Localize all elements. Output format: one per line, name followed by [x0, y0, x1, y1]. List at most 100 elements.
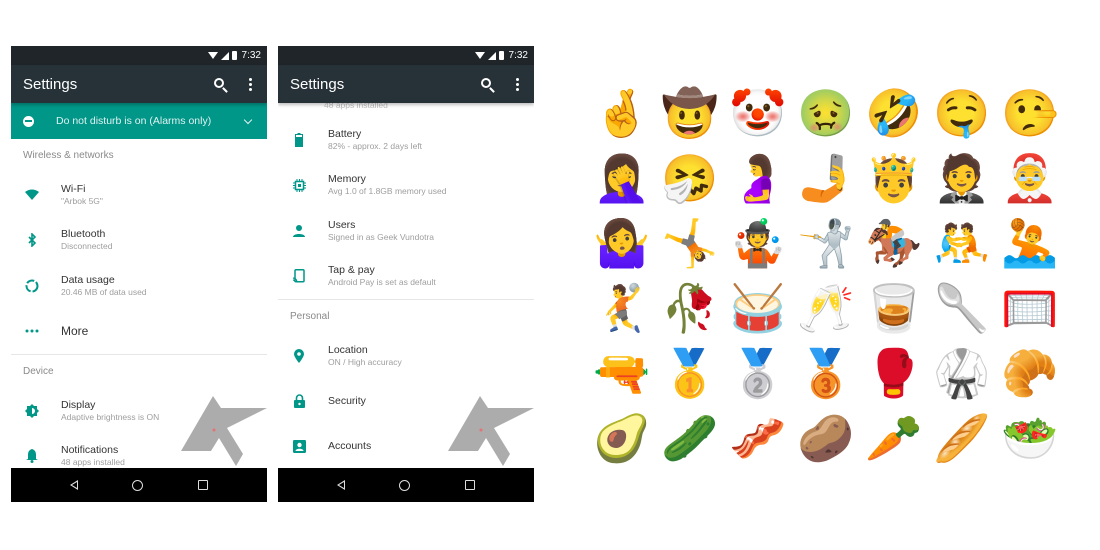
item-subtitle: 20.46 MB of data used — [61, 286, 147, 297]
users-icon — [292, 224, 306, 238]
carrot-emoji-icon: 🥕 — [865, 411, 923, 464]
clinking-glasses-emoji-icon: 🥂 — [797, 281, 855, 334]
wifi-icon — [25, 188, 39, 202]
item-title: Notifications — [61, 444, 119, 457]
section-header: Device — [23, 366, 54, 377]
item-subtitle: Android Pay is set as default — [328, 277, 436, 288]
settings-item-bluetooth[interactable]: Bluetooth Disconnected — [11, 218, 267, 264]
wilted-flower-emoji-icon: 🥀 — [661, 281, 719, 334]
green-salad-emoji-icon: 🥗 — [1001, 411, 1059, 464]
drum-emoji-icon: 🥁 — [729, 281, 787, 334]
cartwheel-emoji-icon: 🤸 — [661, 216, 719, 269]
item-subtitle: Avg 1.0 of 1.8GB memory used — [328, 186, 447, 197]
item-subtitle: Signed in as Geek Vundotra — [328, 231, 435, 242]
item-title: Display — [61, 398, 96, 411]
back-button[interactable] — [70, 480, 79, 490]
home-button[interactable] — [132, 479, 144, 491]
cucumber-emoji-icon: 🥒 — [661, 411, 719, 464]
cowboy-face-emoji-icon: 🤠 — [661, 86, 719, 139]
martial-arts-uniform-emoji-icon: 🥋 — [933, 346, 991, 399]
search-icon — [213, 77, 224, 88]
more-icon — [25, 324, 39, 338]
avocado-emoji-icon: 🥑 — [593, 411, 651, 464]
juggling-emoji-icon: 🤹 — [729, 216, 787, 269]
potato-emoji-icon: 🥔 — [797, 411, 855, 464]
settings-item-battery[interactable]: Battery 82% - approx. 2 days left — [278, 117, 534, 163]
tumbler-glass-emoji-icon: 🥃 — [865, 281, 923, 334]
memory-icon — [292, 178, 306, 192]
status-time: 7:32 — [241, 50, 261, 61]
back-button[interactable] — [337, 480, 346, 490]
drooling-face-emoji-icon: 🤤 — [933, 86, 991, 139]
settings-screen-1: 7:32 Settings Do not disturb is on (Alar… — [11, 46, 267, 502]
item-subtitle: Adaptive brightness is ON — [61, 411, 160, 422]
settings-item-wifi[interactable]: Wi-Fi "Arbok 5G" — [11, 172, 267, 218]
item-title: Memory — [328, 173, 366, 186]
search-button[interactable] — [474, 71, 500, 97]
item-subtitle: "Arbok 5G" — [61, 195, 103, 206]
cell-signal-icon — [487, 51, 496, 60]
bronze-medal-emoji-icon: 🥉 — [797, 346, 855, 399]
accounts-icon — [292, 440, 306, 454]
settings-item-location[interactable]: Location ON / High accuracy — [278, 333, 534, 379]
item-subtitle: Disconnected — [61, 241, 113, 252]
more-vert-icon — [515, 77, 519, 91]
prince-emoji-icon: 🤴 — [865, 151, 923, 204]
item-subtitle: 82% - approx. 2 days left — [328, 140, 423, 151]
search-button[interactable] — [207, 71, 233, 97]
silver-medal-emoji-icon: 🥈 — [729, 346, 787, 399]
navigation-bar — [11, 468, 267, 502]
dnd-banner-text: Do not disturb is on (Alarms only) — [56, 115, 212, 127]
wifi-signal-icon — [474, 52, 485, 59]
sneezing-face-emoji-icon: 🤧 — [661, 151, 719, 204]
page-title: Settings — [23, 75, 78, 93]
settings-item-users[interactable]: Users Signed in as Geek Vundotra — [278, 208, 534, 254]
more-vert-icon — [248, 77, 252, 91]
settings-item-data-usage[interactable]: Data usage 20.46 MB of data used — [11, 263, 267, 309]
settings-item-tap-pay[interactable]: Tap & pay Android Pay is set as default — [278, 254, 534, 300]
item-title: Bluetooth — [61, 228, 106, 241]
horse-racing-emoji-icon: 🏇 — [865, 216, 923, 269]
watermark-logo-icon — [181, 396, 267, 466]
item-title: Data usage — [61, 273, 115, 286]
emoji-grid: 🤞 🤠 🤡 🤢 🤣 🤤 🤥 🤦‍♀️ 🤧 🤰 🤳 🤴 🤵 🤶 🤷‍♀️ 🤸 🤹 🤺 🏇 🤼 🤽 🤾 🥀 🥁 🥂 🥃 🥄 🥅 🔫 🥇 🥈 🥉 🥊 🥋… — [588, 80, 1064, 475]
recents-button[interactable] — [464, 480, 475, 490]
recents-button[interactable] — [197, 480, 208, 490]
item-subtitle: ON / High accuracy — [328, 356, 402, 367]
display-icon — [25, 403, 39, 418]
scrolled-off-text: 48 apps installed — [324, 103, 388, 110]
home-button[interactable] — [399, 479, 411, 491]
water-polo-emoji-icon: 🤽 — [1001, 216, 1059, 269]
navigation-bar — [278, 468, 534, 502]
bluetooth-icon — [25, 233, 39, 248]
dnd-banner[interactable]: Do not disturb is on (Alarms only) — [11, 103, 267, 139]
status-bar: 7:32 — [11, 46, 267, 65]
app-bar: Settings — [11, 65, 267, 103]
status-time: 7:32 — [508, 50, 528, 61]
item-title: More — [61, 323, 89, 338]
battery-status-icon — [231, 51, 237, 60]
battery-icon — [292, 132, 306, 147]
wifi-signal-icon — [207, 52, 218, 59]
man-in-tuxedo-emoji-icon: 🤵 — [933, 151, 991, 204]
wrestlers-emoji-icon: 🤼 — [933, 216, 991, 269]
selfie-emoji-icon: 🤳 — [797, 151, 855, 204]
overflow-menu-button[interactable] — [237, 71, 263, 97]
battery-status-icon — [498, 51, 504, 60]
settings-item-more[interactable]: More — [11, 309, 267, 355]
lying-face-emoji-icon: 🤥 — [1001, 86, 1059, 139]
lock-icon — [292, 394, 306, 409]
item-title: Wi-Fi — [61, 182, 86, 195]
spoon-emoji-icon: 🥄 — [933, 281, 991, 334]
item-title: Accounts — [328, 440, 372, 453]
overflow-menu-button[interactable] — [504, 71, 530, 97]
chevron-down-icon[interactable] — [243, 115, 253, 124]
item-title: Security — [328, 394, 366, 407]
item-title: Battery — [328, 127, 362, 140]
fencer-emoji-icon: 🤺 — [797, 216, 855, 269]
do-not-disturb-icon — [23, 115, 34, 127]
nauseated-face-emoji-icon: 🤢 — [797, 86, 855, 139]
rolling-laughing-face-emoji-icon: 🤣 — [865, 86, 923, 139]
settings-item-memory[interactable]: Memory Avg 1.0 of 1.8GB memory used — [278, 163, 534, 209]
item-title: Tap & pay — [328, 264, 375, 277]
